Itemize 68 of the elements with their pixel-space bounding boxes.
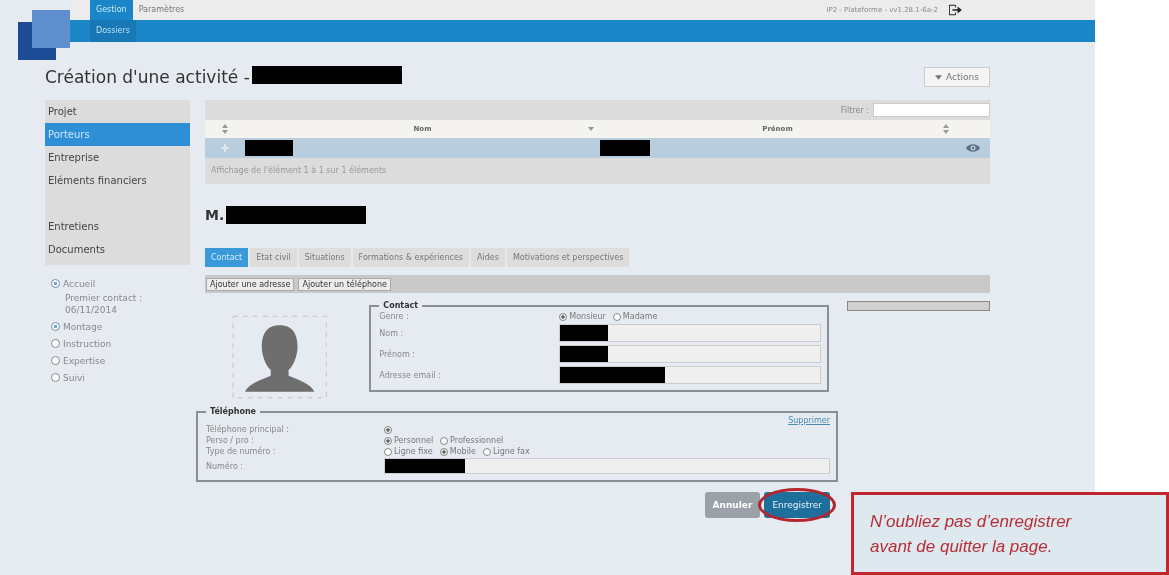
option-label: Monsieur	[569, 312, 606, 321]
field-label: Genre :	[379, 312, 410, 321]
radio-button[interactable]	[439, 447, 448, 456]
logo-icon	[18, 10, 70, 60]
radio-button[interactable]	[559, 312, 568, 321]
tab[interactable]: Contact	[205, 248, 249, 267]
sidebar-item[interactable]: Documents	[45, 238, 190, 261]
tab[interactable]: Situations	[298, 248, 351, 267]
step-note: Premier contact : 06/11/2014	[64, 292, 144, 316]
step-label: Montage	[63, 321, 103, 332]
option-label: Mobile	[449, 447, 476, 456]
tab[interactable]: Motivations et perspectives	[506, 248, 630, 267]
radio-button[interactable]	[384, 436, 392, 445]
save-button[interactable]: Enregistrer	[764, 492, 830, 518]
step-label: Expertise	[63, 355, 106, 366]
step-label: Accueil	[63, 278, 96, 289]
sidebar-item[interactable]: Porteurs	[45, 123, 190, 146]
field-label: Numéro :	[206, 461, 244, 471]
avatar-icon	[232, 315, 328, 399]
person-name: M.	[205, 207, 225, 223]
nav-tab[interactable]: Gestion	[90, 0, 133, 20]
reminder-text: N’oubliez pas d’enregistrer avant de quitter la page.	[870, 511, 1073, 558]
radio-button[interactable]	[483, 447, 491, 456]
eye-icon[interactable]	[965, 143, 980, 153]
radio-button[interactable]	[384, 425, 392, 434]
page-title: Création d'une activité -	[45, 67, 250, 87]
tab[interactable]: Formations & expériences	[352, 248, 469, 267]
option-label: Personnel	[394, 436, 434, 445]
sub-tab[interactable]: Dossiers	[90, 20, 136, 42]
panel-legend: Téléphone	[206, 407, 261, 416]
field-label: Perso / pro :	[206, 436, 255, 445]
text-field[interactable]	[384, 458, 830, 474]
actions-button[interactable]: Actions	[924, 67, 990, 87]
step-label: Suivi	[63, 372, 85, 383]
table-row[interactable]	[205, 138, 990, 158]
sidebar-item[interactable]: Eléments financiers	[45, 169, 190, 192]
option-label: Ligne fixe	[394, 447, 433, 456]
option-label: Madame	[622, 312, 658, 321]
sidebar-item[interactable]: Entreprise	[45, 146, 190, 169]
field-label: Prénom :	[379, 349, 416, 359]
field-label: Adresse email :	[379, 370, 442, 380]
tab[interactable]: Etat civil	[250, 248, 297, 267]
toolbar-button[interactable]: Ajouter un téléphone	[298, 277, 391, 291]
field-label: Type de numéro :	[206, 447, 277, 456]
field-label: Téléphone principal :	[206, 425, 290, 434]
tab[interactable]: Aides	[471, 248, 505, 267]
radio-button[interactable]	[384, 447, 392, 456]
delete-link[interactable]: Supprimer	[788, 416, 830, 425]
field-label: Nom :	[379, 328, 405, 338]
option-label: Ligne fax	[493, 447, 530, 456]
filter-label: Filtrer :	[840, 105, 869, 115]
filter-field[interactable]	[873, 103, 990, 117]
toolbar-button[interactable]: Ajouter une adresse	[206, 277, 295, 291]
caret-icon	[935, 75, 943, 80]
text-field[interactable]	[559, 324, 822, 342]
sort-icon	[222, 124, 228, 134]
sidebar-item[interactable]: Projet	[45, 100, 190, 123]
radio-button[interactable]	[612, 312, 621, 321]
step-label: Instruction	[63, 338, 112, 349]
panel-legend: Contact	[379, 301, 423, 310]
option-label: Professionnel	[450, 436, 504, 445]
sidebar-item[interactable]: Entretiens	[45, 215, 190, 238]
radio-button[interactable]	[440, 436, 449, 445]
text-field[interactable]	[559, 366, 822, 384]
nav-tab[interactable]: Paramètres	[132, 0, 191, 20]
cancel-button[interactable]: Annuler	[704, 492, 761, 518]
logout-icon[interactable]	[948, 4, 962, 16]
text-field[interactable]	[559, 345, 822, 363]
